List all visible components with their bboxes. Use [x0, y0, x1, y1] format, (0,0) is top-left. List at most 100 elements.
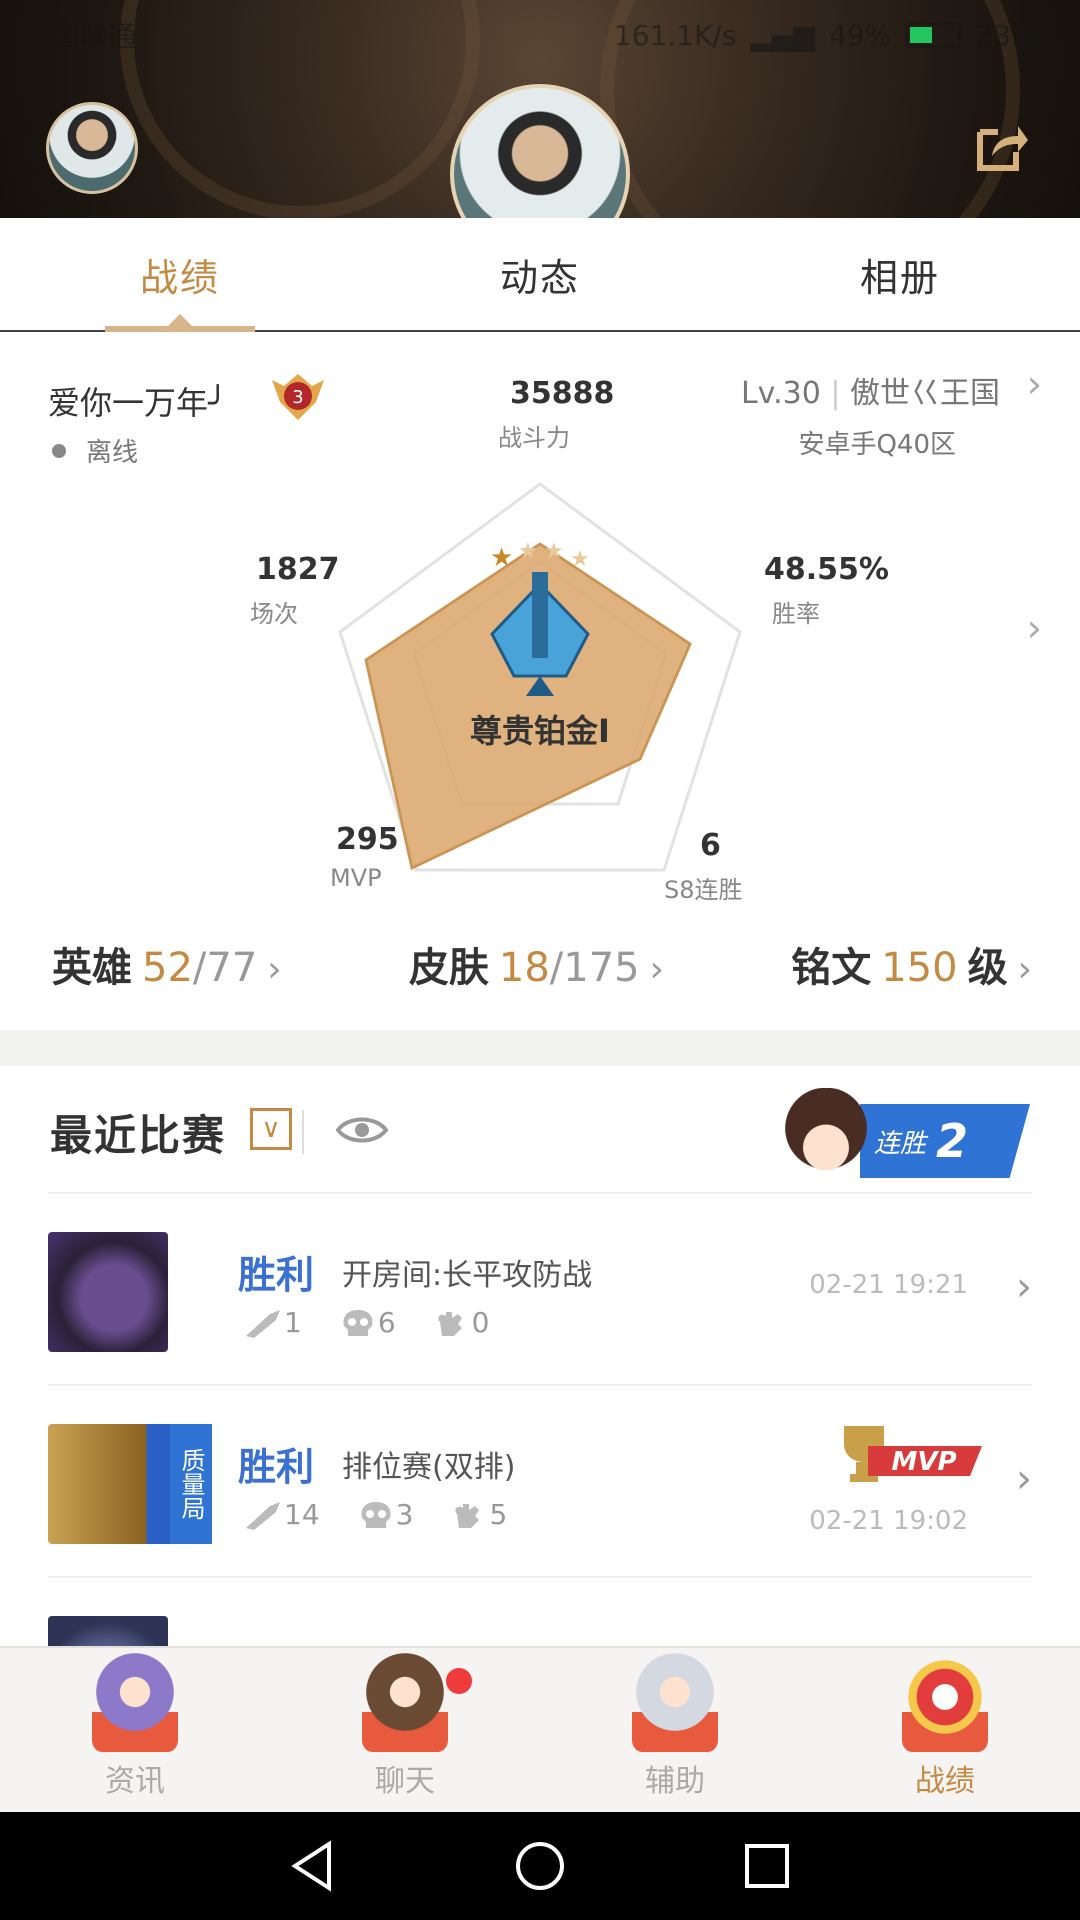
carrier-text: 中国联通 — [24, 20, 137, 53]
mvp-badge: MVP — [844, 1426, 982, 1482]
my-avatar[interactable] — [46, 102, 138, 194]
kills: 14 — [284, 1498, 320, 1531]
nav-chat[interactable]: 聊天 — [270, 1648, 540, 1812]
mvp-label: MVP — [891, 1447, 956, 1477]
tab-label: 战绩 — [139, 255, 220, 300]
back-icon[interactable] — [285, 1838, 341, 1894]
win-streak-banner: 连胜 2 — [780, 1088, 1030, 1184]
news-mascot-icon — [92, 1652, 178, 1752]
matches-value: 1827 — [256, 552, 340, 587]
matches-label: 场次 — [250, 600, 298, 628]
level-guild[interactable]: Lv.30 | 傲世巜王国 — [741, 368, 1000, 412]
nav-label: 战绩 — [915, 1764, 975, 1799]
streak-ribbon: 连胜 2 — [860, 1104, 1030, 1178]
chevron-right-icon[interactable]: › — [1027, 362, 1042, 406]
match-row[interactable]: 质量局 胜利 排位赛(双排) 14 3 5 MVP 02-21 19:02 › — [48, 1384, 1032, 1576]
winrate-label: 胜率 — [772, 600, 820, 628]
hero-portrait — [48, 1616, 168, 1646]
status-bar: 中国联通 161.1K/s ▂▄▆ 49% 23:51 — [0, 0, 1080, 70]
kills: 1 — [284, 1306, 302, 1339]
section-divider — [0, 1030, 1080, 1066]
tab-label: 相册 — [859, 255, 940, 300]
tab-feed[interactable]: 动态 — [360, 218, 720, 330]
skins-owned: 18 — [498, 945, 550, 991]
unread-dot — [446, 1668, 472, 1694]
match-mode: 排位赛(双排) — [342, 1450, 516, 1485]
skins-label: 皮肤 — [408, 945, 489, 991]
hero-portrait: 质量局 — [48, 1424, 212, 1544]
streak-count: 2 — [936, 1114, 969, 1168]
star-icon: ★ — [490, 543, 513, 573]
tab-indicator — [105, 326, 255, 332]
tab-record[interactable]: 战绩 — [0, 218, 360, 332]
match-time: 02-21 19:21 — [809, 1270, 968, 1300]
offline-dot — [52, 444, 66, 458]
assists: 5 — [489, 1498, 508, 1531]
profile-tabs: 战绩 动态 相册 — [0, 218, 1080, 332]
heroes-count[interactable]: 英雄 52/77 › — [52, 935, 282, 993]
star-icon: ★ — [518, 539, 538, 564]
match-time: 02-21 19:02 — [809, 1506, 968, 1536]
streak-label: 连胜 — [874, 1128, 927, 1159]
match-mode: 开房间:长平攻防战 — [342, 1258, 593, 1293]
share-icon[interactable] — [972, 118, 1030, 176]
collection-counts: 英雄 52/77 › 皮肤 18/175 › 铭文 150 级 › — [0, 924, 1080, 1004]
heroes-owned: 52 — [142, 945, 193, 991]
kda-row: 1 6 0 — [244, 1306, 489, 1339]
nav-label: 聊天 — [375, 1764, 435, 1799]
profile-header: 中国联通 161.1K/s ▂▄▆ 49% 23:51 — [0, 0, 1080, 218]
inscription-value: 150 — [881, 945, 958, 991]
skins-count[interactable]: 皮肤 18/175 › — [409, 935, 664, 993]
player-name: 爱你一万年╯ — [48, 384, 228, 422]
streak-value: 6 — [700, 828, 721, 863]
guild-name: 傲世巜王国 — [850, 376, 1000, 411]
mvp-value: 295 — [336, 822, 399, 857]
tab-album[interactable]: 相册 — [720, 218, 1080, 330]
chevron-right-icon: › — [267, 949, 282, 990]
match-result: 胜利 — [238, 1445, 315, 1489]
assist-mascot-icon — [632, 1652, 718, 1752]
match-result: 胜利 — [238, 1253, 315, 1297]
network-speed: 161.1K/s — [613, 18, 737, 52]
chevron-right-icon: › — [649, 949, 665, 990]
inscription-label: 铭文 — [791, 945, 872, 991]
hand-icon — [438, 1311, 462, 1336]
recent-title: 最近比赛 — [50, 1111, 227, 1160]
chevron-down-icon: ∨ — [261, 1114, 281, 1144]
mvp-label: MVP — [330, 864, 382, 892]
recents-icon[interactable] — [739, 1838, 795, 1894]
chevron-right-icon: › — [1016, 1264, 1032, 1310]
nav-record[interactable]: 战绩 — [810, 1648, 1080, 1812]
clock: 23:51 — [975, 18, 1056, 52]
filter-dropdown-button[interactable]: ∨ — [250, 1108, 292, 1150]
radar-chart: ★ ★ ★ ★ — [338, 482, 742, 872]
inscription-count[interactable]: 铭文 150 级 › — [791, 935, 1032, 993]
chevron-right-icon[interactable]: › — [1027, 606, 1042, 650]
rank-badge-number: 3 — [292, 387, 303, 408]
quality-label: 质量局 — [177, 1448, 205, 1520]
nav-news[interactable]: 资讯 — [0, 1648, 270, 1812]
heroes-label: 英雄 — [52, 945, 132, 991]
rank-badge-icon: 3 — [272, 374, 324, 420]
recent-matches-header: 最近比赛 ∨ 连胜 2 — [0, 1066, 1080, 1192]
match-row[interactable] — [48, 1576, 1032, 1646]
chevron-right-icon: › — [1016, 1456, 1032, 1502]
deaths: 6 — [377, 1306, 396, 1339]
tab-label: 动态 — [499, 255, 580, 300]
sword-icon — [246, 1309, 280, 1338]
match-row[interactable]: 胜利 开房间:长平攻防战 1 6 0 02-21 19:21 › — [48, 1192, 1032, 1384]
battery-percent: 49% — [829, 18, 892, 52]
assists: 0 — [471, 1306, 490, 1339]
eye-icon[interactable] — [336, 1110, 388, 1150]
skins-total: 175 — [563, 945, 640, 991]
nav-assist[interactable]: 辅助 — [540, 1648, 810, 1812]
stats-panel: 爱你一万年╯ 3 离线 Lv.30 | 傲世巜王国 › 安卓手Q40区 ★ ★ … — [0, 334, 1080, 1034]
signal-icon: ▂▄▆ — [750, 18, 816, 52]
online-status: 离线 — [86, 438, 139, 468]
hero-portrait — [48, 1232, 168, 1352]
divider — [302, 1110, 304, 1154]
home-icon[interactable] — [512, 1838, 568, 1894]
bottom-navigation: 资讯 聊天 辅助 战绩 — [0, 1646, 1080, 1812]
chevron-right-icon: › — [1017, 949, 1032, 990]
sword-icon — [246, 1501, 280, 1530]
